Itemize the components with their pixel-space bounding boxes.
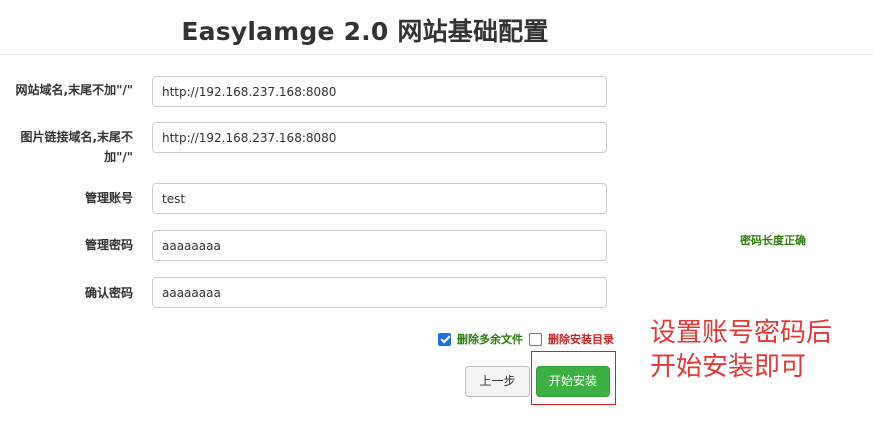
password-length-hint: 密码长度正确 (740, 234, 806, 247)
image-domain-label: 图片链接域名,末尾不 加"/" (0, 127, 133, 167)
instruction-annotation: 设置账号密码后 开始安装即可 (650, 316, 832, 384)
delete-extra-files-label[interactable]: 删除多余文件 (457, 331, 523, 347)
image-domain-input[interactable] (152, 122, 607, 153)
site-domain-input[interactable] (152, 76, 607, 107)
title-divider (0, 54, 873, 55)
admin-password-label: 管理密码 (84, 238, 133, 252)
confirm-password-label: 确认密码 (84, 286, 133, 300)
delete-install-dir-label[interactable]: 删除安装目录 (548, 331, 614, 347)
delete-extra-files-checkbox[interactable] (438, 332, 451, 346)
site-domain-label: 网站域名,末尾不加"/" (15, 83, 133, 97)
cleanup-options: 删除多余文件 删除安装目录 (438, 331, 620, 347)
admin-password-input[interactable] (152, 230, 607, 261)
admin-account-label: 管理账号 (84, 191, 133, 205)
admin-account-input[interactable] (152, 183, 607, 214)
delete-install-dir-checkbox[interactable] (529, 332, 542, 346)
install-config-page: Easylamge 2.0 网站基础配置 网站域名,末尾不加"/" 图片链接域名… (0, 0, 873, 422)
image-domain-label-line1: 图片链接域名,末尾不 (20, 130, 133, 144)
install-button-highlight (531, 351, 616, 405)
annotation-line1: 设置账号密码后 (650, 318, 833, 348)
image-domain-label-line2: 加"/" (104, 150, 133, 164)
annotation-line2: 开始安装即可 (650, 352, 807, 382)
page-title: Easylamge 2.0 网站基础配置 (181, 17, 549, 46)
confirm-password-input[interactable] (152, 277, 607, 308)
previous-step-button[interactable]: 上一步 (465, 366, 530, 397)
